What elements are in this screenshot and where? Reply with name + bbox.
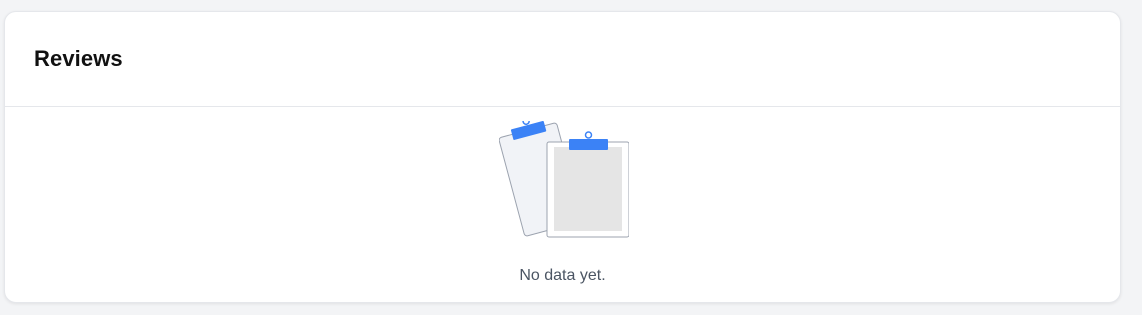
empty-state: No data yet. xyxy=(5,107,1120,302)
card-header: Reviews xyxy=(5,12,1120,107)
empty-state-message: No data yet. xyxy=(519,267,606,284)
card-title: Reviews xyxy=(34,46,123,71)
empty-clipboards-icon xyxy=(499,121,629,238)
reviews-card: Reviews No data yet. xyxy=(4,11,1121,303)
